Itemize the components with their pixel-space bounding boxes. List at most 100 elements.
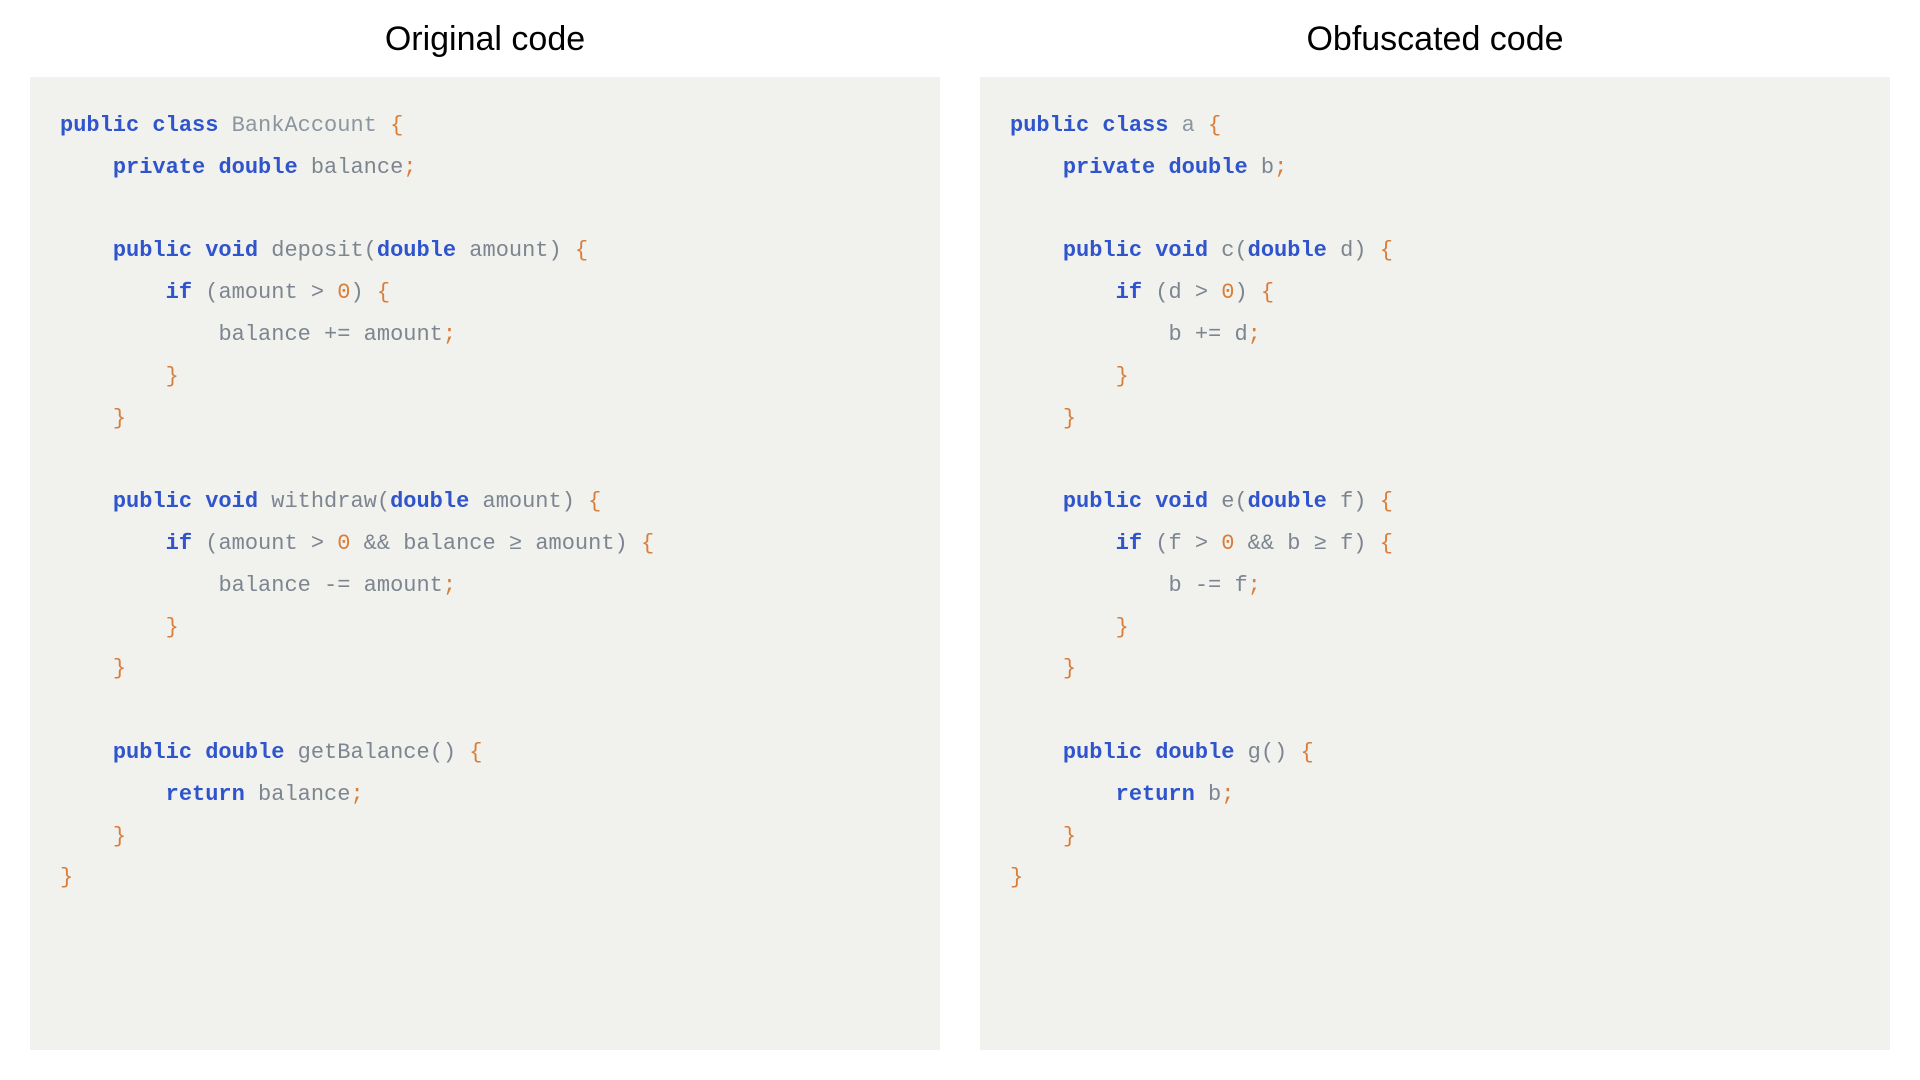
- code-line: return balance;: [60, 774, 916, 816]
- code-token: ;: [1248, 322, 1261, 347]
- code-token: public: [113, 740, 192, 765]
- code-token: {: [641, 531, 654, 556]
- code-token: [218, 113, 231, 138]
- code-token: (: [205, 280, 218, 305]
- code-line: return b;: [1010, 774, 1866, 816]
- code-token: [298, 155, 311, 180]
- code-token: [192, 531, 205, 556]
- code-token: }: [1010, 865, 1023, 890]
- code-token: [1010, 280, 1116, 305]
- code-token: [1208, 489, 1221, 514]
- code-token: f: [1340, 489, 1353, 514]
- code-token: f: [1234, 573, 1247, 598]
- code-token: balance: [403, 531, 495, 556]
- code-line: public class a {: [1010, 105, 1866, 147]
- code-token: [456, 238, 469, 263]
- code-token: 0: [1221, 531, 1234, 556]
- code-token: balance: [218, 573, 310, 598]
- code-token: deposit: [271, 238, 363, 263]
- code-token: [377, 113, 390, 138]
- code-line: if (d > 0) {: [1010, 272, 1866, 314]
- code-token: [60, 656, 113, 681]
- code-token: [1010, 656, 1063, 681]
- code-line: balance += amount;: [60, 314, 916, 356]
- code-token: b: [1287, 531, 1300, 556]
- code-token: [60, 155, 113, 180]
- code-token: [1010, 573, 1168, 598]
- code-line: if (f > 0 && b ≥ f) {: [1010, 523, 1866, 565]
- code-line: public double getBalance() {: [60, 732, 916, 774]
- code-token: d: [1340, 238, 1353, 263]
- code-token: [1366, 531, 1379, 556]
- code-token: [1010, 782, 1116, 807]
- code-line: public void e(double f) {: [1010, 481, 1866, 523]
- code-token: public: [1063, 238, 1142, 263]
- code-token: 0: [337, 531, 350, 556]
- code-token: >: [1182, 280, 1222, 305]
- code-token: double: [377, 238, 456, 263]
- code-token: [1010, 155, 1063, 180]
- code-token: [1010, 824, 1063, 849]
- code-token: amount: [483, 489, 562, 514]
- code-token: (: [1155, 531, 1168, 556]
- code-token: [1327, 238, 1340, 263]
- code-token: [284, 740, 297, 765]
- code-line: }: [60, 857, 916, 899]
- code-token: double: [1248, 238, 1327, 263]
- code-token: [139, 113, 152, 138]
- code-token: >: [1182, 531, 1222, 556]
- code-token: ): [1353, 531, 1366, 556]
- code-token: [1195, 782, 1208, 807]
- code-token: [1010, 531, 1116, 556]
- code-token: [1142, 531, 1155, 556]
- code-token: public: [1063, 489, 1142, 514]
- code-token: (: [1155, 280, 1168, 305]
- code-token: [192, 280, 205, 305]
- code-token: -=: [311, 573, 364, 598]
- code-line: private double balance;: [60, 147, 916, 189]
- code-token: [192, 238, 205, 263]
- code-token: class: [152, 113, 218, 138]
- code-token: }: [113, 656, 126, 681]
- code-token: (: [1234, 489, 1247, 514]
- code-token: [1366, 489, 1379, 514]
- code-token: [562, 238, 575, 263]
- code-token: [60, 238, 113, 263]
- code-token: [575, 489, 588, 514]
- code-token: [60, 364, 166, 389]
- code-token: [60, 782, 166, 807]
- code-token: [1010, 364, 1116, 389]
- code-line: }: [60, 356, 916, 398]
- code-token: return: [1116, 782, 1195, 807]
- code-token: ;: [1274, 155, 1287, 180]
- code-token: [60, 531, 166, 556]
- right-title: Obfuscated code: [980, 20, 1890, 59]
- code-line: [60, 189, 916, 231]
- code-line: b -= f;: [1010, 565, 1866, 607]
- code-token: if: [166, 531, 192, 556]
- code-token: BankAccount: [232, 113, 377, 138]
- code-token: [192, 489, 205, 514]
- code-line: if (amount > 0 && balance ≥ amount) {: [60, 523, 916, 565]
- code-token: void: [205, 238, 258, 263]
- code-token: [60, 322, 218, 347]
- code-line: if (amount > 0) {: [60, 272, 916, 314]
- code-token: }: [1116, 615, 1129, 640]
- code-token: {: [390, 113, 403, 138]
- code-token: [1010, 322, 1168, 347]
- code-token: public: [60, 113, 139, 138]
- code-token: void: [205, 489, 258, 514]
- code-token: &&: [350, 531, 403, 556]
- code-token: {: [1380, 531, 1393, 556]
- original-code-block: public class BankAccount { private doubl…: [30, 77, 940, 1050]
- code-token: 0: [1221, 280, 1234, 305]
- code-token: ;: [443, 322, 456, 347]
- code-token: [1089, 113, 1102, 138]
- code-token: [60, 406, 113, 431]
- code-token: [1010, 406, 1063, 431]
- code-token: class: [1102, 113, 1168, 138]
- code-token: ): [615, 531, 628, 556]
- code-token: {: [377, 280, 390, 305]
- code-line: public class BankAccount {: [60, 105, 916, 147]
- left-column: Original code public class BankAccount {…: [30, 20, 940, 1050]
